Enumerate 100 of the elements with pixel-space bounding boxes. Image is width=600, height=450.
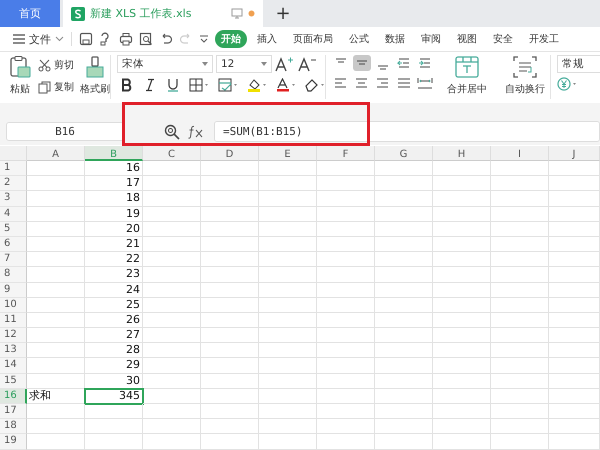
borders-icon[interactable] — [189, 78, 209, 92]
ribbon-tab[interactable]: 页面布局 — [287, 30, 339, 48]
underline-icon[interactable] — [166, 78, 180, 92]
home-tab[interactable]: 首页 — [0, 0, 60, 27]
formula-field[interactable]: =SUM(B1:B15) — [214, 121, 600, 142]
table-cell — [433, 343, 491, 358]
font-dropdown[interactable]: 宋体 — [117, 55, 213, 73]
table-cell: 26 — [85, 312, 143, 328]
wrap-text-button[interactable]: 自动换行 — [505, 82, 545, 96]
row-header[interactable]: 6 — [0, 236, 27, 252]
column-header[interactable]: G — [375, 146, 433, 161]
new-tab-button[interactable]: + — [263, 0, 303, 27]
bold-icon[interactable] — [120, 78, 134, 92]
decrease-font-icon[interactable] — [298, 56, 318, 72]
column-header[interactable]: I — [491, 146, 549, 161]
row-header[interactable]: 15 — [0, 374, 27, 389]
column-header[interactable]: A — [27, 146, 85, 161]
table-cell: 21 — [85, 236, 143, 252]
document-tab[interactable]: 新建 XLS 工作表.xls — [63, 0, 263, 27]
merge-center-button[interactable]: 合并居中 — [447, 82, 487, 96]
table-cell — [259, 343, 317, 358]
italic-icon[interactable] — [143, 78, 157, 92]
row-header[interactable]: 7 — [0, 252, 27, 268]
alignment-icon[interactable] — [353, 55, 371, 71]
copy-button[interactable]: 复制 — [38, 80, 74, 94]
table-cell — [259, 374, 317, 389]
save-icon[interactable] — [79, 32, 93, 46]
table-cell — [549, 358, 600, 374]
table-cell: 27 — [85, 328, 143, 344]
column-header[interactable]: J — [549, 146, 600, 161]
table-cell — [317, 343, 375, 358]
row-header[interactable]: 18 — [0, 419, 27, 434]
font-color-icon[interactable] — [276, 78, 296, 92]
ribbon-tab[interactable]: 安全 — [487, 30, 519, 48]
table-cell — [317, 358, 375, 374]
file-menu[interactable]: 文件 — [29, 32, 51, 46]
ribbon-tab[interactable]: 公式 — [343, 30, 375, 48]
fill-bucket-icon[interactable] — [247, 78, 267, 92]
eraser-icon[interactable] — [305, 78, 325, 92]
table-cell — [375, 419, 433, 434]
row-header[interactable]: 17 — [0, 404, 27, 420]
number-format-dropdown[interactable]: 常规 — [557, 55, 600, 73]
paste-icon[interactable] — [8, 55, 32, 79]
table-cell — [375, 434, 433, 450]
row-header[interactable]: 12 — [0, 328, 27, 344]
caret-icon[interactable] — [55, 36, 64, 42]
alignment-icon[interactable] — [416, 75, 434, 91]
column-header[interactable]: F — [317, 146, 375, 161]
menu-icon[interactable] — [13, 34, 25, 44]
ribbon-tab[interactable]: 开发工 — [523, 30, 565, 48]
row-header[interactable]: 11 — [0, 312, 27, 328]
row-header[interactable]: 3 — [0, 191, 27, 207]
ribbon-tab[interactable]: 数据 — [379, 30, 411, 48]
column-header[interactable]: H — [433, 146, 491, 161]
monitor-icon[interactable] — [231, 8, 243, 19]
ribbon-tab[interactable]: 插入 — [251, 30, 283, 48]
paste-button[interactable]: 粘贴 — [10, 82, 30, 96]
name-box[interactable]: B16 — [6, 122, 124, 141]
increase-font-icon[interactable] — [275, 56, 295, 72]
ribbon-tab[interactable]: 审阅 — [415, 30, 447, 48]
row-header[interactable]: 8 — [0, 267, 27, 282]
row-header[interactable]: 19 — [0, 434, 27, 450]
font-size-dropdown[interactable]: 12 — [216, 55, 272, 73]
customize-caret-icon[interactable] — [199, 34, 209, 44]
table-cell — [201, 236, 259, 252]
row-header[interactable]: 13 — [0, 343, 27, 358]
column-header[interactable]: E — [259, 146, 317, 161]
cut-button[interactable]: 剪切 — [38, 58, 74, 72]
merge-cells-icon[interactable] — [454, 55, 480, 79]
table-cell: 345 — [85, 388, 143, 404]
table-cell — [143, 161, 201, 176]
table-cell — [143, 358, 201, 374]
caret-icon[interactable] — [202, 62, 208, 66]
zoom-icon[interactable] — [164, 124, 180, 140]
print-preview-icon[interactable] — [139, 32, 153, 46]
table-cell — [201, 282, 259, 298]
wrap-text-icon[interactable] — [512, 55, 538, 79]
row-header[interactable]: 5 — [0, 222, 27, 237]
caret-icon[interactable] — [261, 62, 267, 66]
function-icon[interactable] — [188, 124, 204, 138]
ribbon-tab[interactable]: 视图 — [451, 30, 483, 48]
currency-icon[interactable] — [557, 77, 579, 91]
format-painter-button[interactable]: 格式刷 — [80, 82, 110, 96]
table-cell — [433, 191, 491, 207]
column-header[interactable]: C — [143, 146, 201, 161]
table-cell — [143, 252, 201, 268]
row-header[interactable]: 9 — [0, 282, 27, 298]
column-header[interactable]: D — [201, 146, 259, 161]
row-header[interactable]: 4 — [0, 206, 27, 222]
row-header[interactable]: 1 — [0, 161, 27, 176]
table-cell — [433, 206, 491, 222]
table-cell — [491, 222, 549, 237]
print-icon[interactable] — [119, 32, 133, 46]
row-header[interactable]: 2 — [0, 176, 27, 192]
cell-style-icon[interactable] — [218, 78, 238, 92]
table-cell — [375, 404, 433, 420]
table-cell — [433, 161, 491, 176]
row-header[interactable]: 14 — [0, 358, 27, 374]
table-cell — [143, 374, 201, 389]
row-header[interactable]: 10 — [0, 298, 27, 313]
